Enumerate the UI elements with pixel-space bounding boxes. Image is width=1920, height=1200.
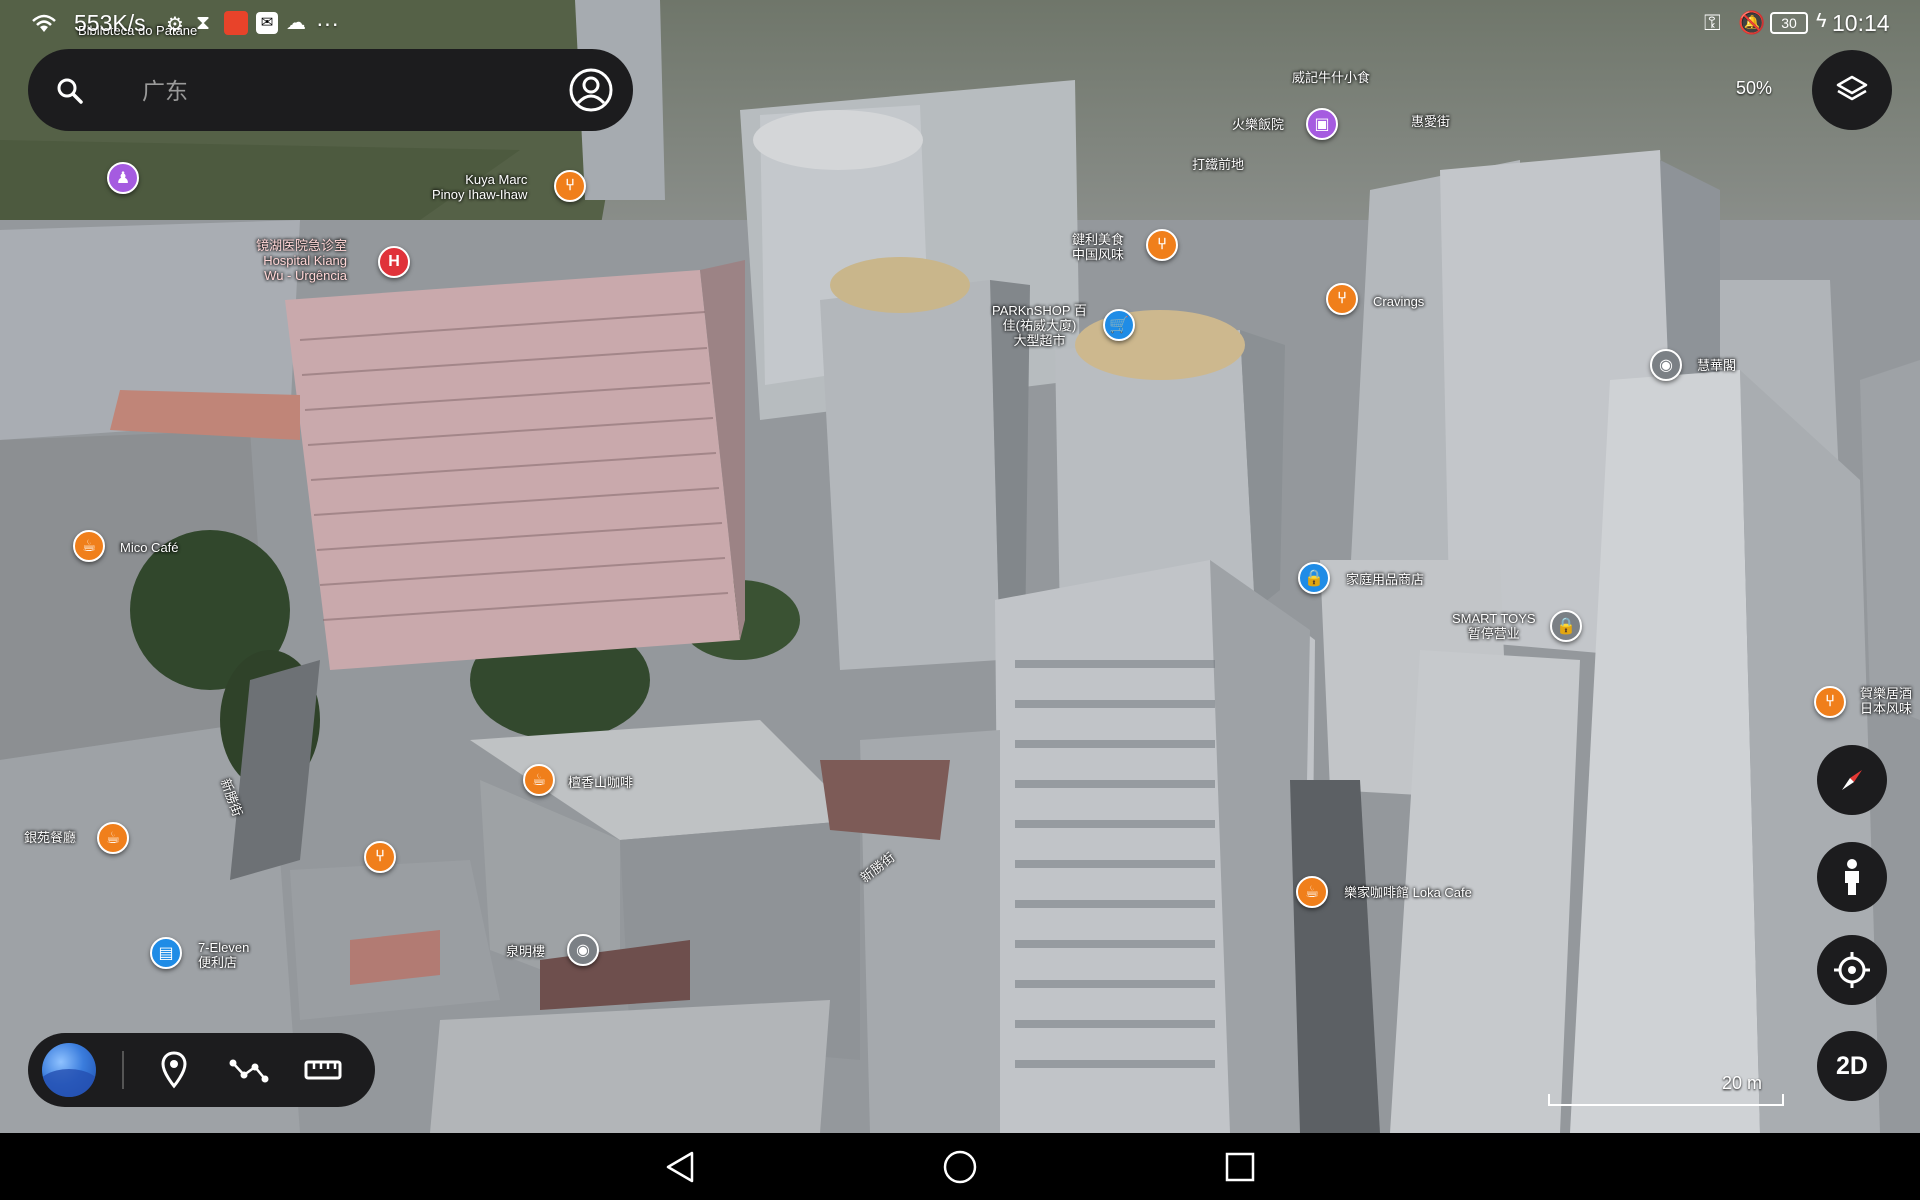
map-label-parknshop: PARKnSHOP 百 佳(祐威大廈) 大型超市: [992, 303, 1087, 348]
more-notifications: ···: [316, 10, 339, 36]
my-location-icon: [1834, 952, 1870, 988]
zoom-level: 50%: [1736, 78, 1773, 98]
closed-store-pin-icon[interactable]: 🔒: [1550, 610, 1582, 642]
search-icon[interactable]: [56, 77, 84, 105]
cafe-pin-icon[interactable]: ☕: [73, 530, 105, 562]
restaurant-pin-icon[interactable]: ⑂: [1814, 686, 1846, 718]
draw-path-icon[interactable]: [228, 1053, 270, 1087]
map-label-huihua: 慧華閣: [1697, 358, 1737, 373]
mail-app-icon: ✉: [256, 12, 278, 34]
map-label-weiji: 威記牛什小食: [1292, 70, 1371, 85]
system-nav-bar: [0, 1133, 1920, 1200]
key-icon: ⚿: [1704, 10, 1721, 35]
view-mode-toggle[interactable]: 2D: [1817, 1031, 1887, 1101]
map-label-smarttoys: SMART TOYS 暂停营业: [1452, 611, 1536, 641]
map-label-mico: Mico Café: [120, 540, 179, 555]
map-scale: 20 m: [1548, 1073, 1784, 1106]
back-icon[interactable]: [662, 1149, 698, 1185]
map-label-jianli: 鍵利美食 中国风味: [1072, 232, 1125, 262]
scale-bar: [1548, 1094, 1784, 1106]
map-label-hospital: 镜湖医院急诊室 Hospital Kiang Wu - Urgência: [256, 238, 348, 283]
mute-bell-icon: 🔕: [1738, 10, 1766, 35]
network-speed: 553K/s: [74, 10, 146, 36]
map-label-jiating: 家庭用品商店: [1346, 572, 1425, 587]
view-mode-label: 2D: [1836, 1051, 1868, 1080]
restaurant-pin-icon[interactable]: ⑂: [1146, 229, 1178, 261]
layers-icon: [1836, 75, 1868, 101]
street-view-button[interactable]: [1817, 842, 1887, 912]
map-label-huoguo: 火樂飯院: [1232, 117, 1285, 132]
wechat-icon: ☁: [286, 12, 306, 34]
store-pin-icon[interactable]: 🔒: [1298, 562, 1330, 594]
restaurant-pin-icon[interactable]: ⑂: [1326, 283, 1358, 315]
place-pin-icon[interactable]: ◉: [1650, 349, 1682, 381]
hospital-pin-icon[interactable]: H: [378, 246, 410, 278]
cafe-pin-icon[interactable]: ☕: [523, 764, 555, 796]
place-pin-icon[interactable]: ◉: [567, 934, 599, 966]
map-label-dajie: 打鐵前地: [1192, 157, 1245, 172]
hourglass-icon: ⧗: [196, 12, 211, 34]
map-label-right-restaurant: 賀樂居酒 日本风味: [1860, 686, 1913, 716]
map-label-cravings: Cravings: [1373, 294, 1425, 309]
compass-icon: [1842, 770, 1862, 790]
account-icon[interactable]: [568, 67, 614, 113]
satellite-3d-map-view[interactable]: ♟ Biblioteca do Patane ⑂ Kuya Marc Pinoy…: [0, 0, 1920, 1133]
search-bar[interactable]: [28, 49, 633, 131]
battery-icon: 30: [1770, 12, 1808, 34]
scale-label: 20 m: [1721, 1073, 1762, 1093]
place-pin-icon[interactable]: [160, 1051, 188, 1089]
clock: 10:14: [1832, 10, 1890, 36]
convenience-store-pin-icon[interactable]: ▤: [150, 937, 182, 969]
app-notification-icon: ⚙: [166, 14, 184, 36]
culture-pin-icon[interactable]: ♟: [107, 162, 139, 194]
battery-level: 30: [1781, 15, 1797, 31]
layers-button[interactable]: [1812, 50, 1892, 130]
restaurant-pin-icon[interactable]: ⑂: [554, 170, 586, 202]
compass-button[interactable]: [1817, 745, 1887, 815]
home-icon[interactable]: [942, 1149, 978, 1185]
map-label-yuanai: 惠愛街: [1411, 114, 1451, 129]
my-location-button[interactable]: [1817, 935, 1887, 1005]
map-label-loka: 樂家咖啡館 Loka Cafe: [1344, 885, 1472, 900]
restaurant-pin-icon[interactable]: ▣: [1306, 108, 1338, 140]
search-input[interactable]: [142, 71, 562, 111]
map-label-kuya: Kuya Marc Pinoy Ihaw-Ihaw: [432, 172, 528, 202]
earth-logo-icon[interactable]: [42, 1043, 96, 1097]
wifi-icon: [32, 14, 56, 32]
pegman-icon: [1845, 859, 1859, 895]
recents-icon[interactable]: [1222, 1149, 1258, 1185]
shopping-cart-pin-icon[interactable]: 🛒: [1103, 309, 1135, 341]
cafe-pin-icon[interactable]: ☕: [1296, 876, 1328, 908]
map-label-quanming: 泉明樓: [506, 944, 546, 959]
map-label-tanxiang: 檀香山咖啡: [568, 775, 634, 790]
app-notification-icon: [224, 11, 248, 35]
cafe-pin-icon[interactable]: ☕: [97, 822, 129, 854]
charging-icon: ϟ: [1816, 10, 1827, 32]
map-imagery: [0, 0, 1920, 1133]
ruler-icon[interactable]: [304, 1057, 342, 1083]
tool-bar: [28, 1033, 375, 1107]
map-label-seven: 7-Eleven 便利店: [198, 940, 250, 970]
status-bar: 553K/s ⚙ ⧗ ✉ ☁ ··· ⚿ 🔕 30 ϟ 10:14: [0, 0, 1920, 48]
map-label-yinyuan: 銀苑餐廳: [24, 830, 77, 845]
divider: [122, 1051, 124, 1089]
restaurant-pin-icon[interactable]: ⑂: [364, 841, 396, 873]
